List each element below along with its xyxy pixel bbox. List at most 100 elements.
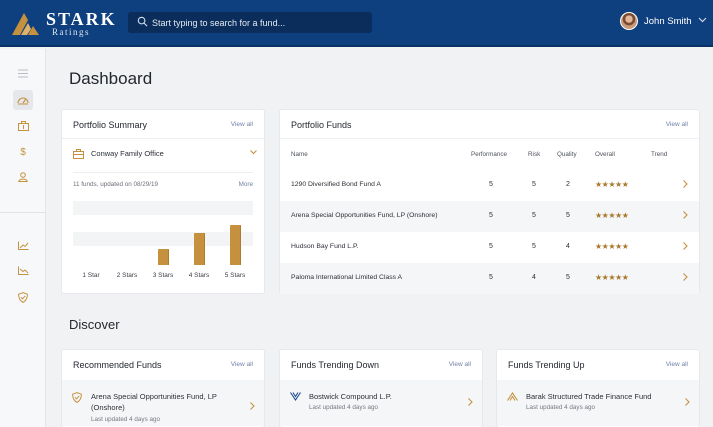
card-title: Funds Trending Down (291, 360, 380, 370)
shield-check-icon (72, 392, 82, 403)
table-row[interactable]: 1290 Diversified Bond Fund A 5 5 2 ★★★★★ (280, 170, 699, 201)
column-header-performance: Performance (471, 151, 508, 158)
overall-stars: ★★★★★ (595, 242, 629, 251)
search-box[interactable] (128, 12, 372, 33)
gauge-icon (17, 97, 29, 105)
funds-trending-down-card: Funds Trending Down View all Bostwick Co… (280, 350, 482, 427)
card-title: Portfolio Summary (73, 120, 148, 130)
column-header-trend: Trend (651, 151, 668, 158)
chevron-right-icon (683, 211, 688, 219)
column-header-overall: Overall (595, 151, 615, 158)
divider (280, 138, 699, 139)
list-item[interactable]: Barak Structured Trade Finance Fund Last… (497, 380, 699, 426)
table-row[interactable]: Paloma International Limited Class A 5 4… (280, 263, 699, 294)
user-menu[interactable]: John Smith (620, 11, 708, 33)
performance-value: 5 (489, 274, 493, 281)
page-title: Dashboard (69, 69, 153, 88)
quality-value: 5 (566, 212, 570, 219)
card-title: Portfolio Funds (291, 120, 352, 130)
chevron-right-icon (685, 398, 690, 406)
rail-recommended[interactable] (13, 287, 33, 307)
chevrons-down-icon (290, 392, 301, 401)
overall-stars: ★★★★★ (595, 273, 629, 282)
fund-name: Paloma International Limited Class A (291, 274, 403, 281)
risk-value: 5 (532, 181, 536, 188)
fund-name: Hudson Bay Fund L.P. (291, 243, 359, 250)
left-rail: $ (0, 49, 46, 427)
last-updated: Last updated 4 days ago (526, 404, 595, 411)
performance-value: 5 (489, 243, 493, 250)
overall-stars: ★★★★★ (595, 211, 629, 220)
quality-value: 2 (566, 181, 570, 188)
table-row[interactable]: Hudson Bay Fund L.P. 5 5 4 ★★★★★ (280, 232, 699, 263)
fund-name: Arena Special Opportunities Fund, LP (91, 392, 217, 401)
user-name: John Smith (644, 16, 692, 27)
hamburger-icon (18, 69, 28, 77)
overall-stars: ★★★★★ (595, 180, 629, 189)
org-selector[interactable]: Conway Family Office (73, 147, 257, 163)
chevron-down-icon (698, 17, 707, 23)
chart-band (73, 201, 253, 215)
view-all-link[interactable]: View all (231, 121, 253, 128)
card-title: Recommended Funds (73, 360, 162, 370)
rail-divider (0, 212, 46, 213)
rail-menu[interactable] (13, 63, 33, 83)
quality-value: 4 (566, 243, 570, 250)
divider (73, 172, 253, 173)
chart-up-icon (17, 241, 28, 250)
view-all-link[interactable]: View all (666, 361, 688, 368)
discover-title: Discover (69, 317, 120, 332)
fund-name: Arena Special Opportunities Fund, LP (On… (291, 212, 438, 219)
column-header-quality: Quality (557, 151, 577, 158)
bar-tick-label: 1 Star (82, 272, 100, 279)
rail-dashboard[interactable] (13, 90, 33, 110)
rail-trending-up[interactable] (13, 235, 33, 255)
org-name: Conway Family Office (91, 149, 164, 158)
bar (157, 249, 169, 265)
search-input[interactable] (152, 12, 368, 33)
recommended-funds-card: Recommended Funds View all Arena Special… (62, 350, 264, 427)
stark-ratings-logo[interactable]: STARK Ratings (12, 9, 115, 37)
view-all-link[interactable]: View all (231, 361, 253, 368)
fund-name: Bostwick Compound L.P. (309, 392, 392, 401)
list-item[interactable]: Bostwick Compound L.P. Last updated 4 da… (280, 380, 482, 426)
chevrons-up-icon (507, 392, 518, 401)
view-all-link[interactable]: View all (666, 121, 688, 128)
divider (62, 138, 264, 139)
logo-mark-icon (12, 13, 39, 35)
chevron-down-icon (250, 150, 257, 155)
quality-value: 5 (566, 274, 570, 281)
rail-portfolio[interactable] (13, 116, 33, 136)
portfolio-funds-card: Portfolio Funds View all Name Performanc… (280, 110, 699, 294)
top-bar: STARK Ratings John Smith (0, 0, 713, 47)
rail-profile[interactable] (13, 167, 33, 187)
more-link[interactable]: More (239, 181, 253, 188)
bar-tick-label: 2 Stars (116, 272, 138, 279)
risk-value: 5 (532, 212, 536, 219)
briefcase-icon (73, 149, 84, 159)
bar-tick-label: 5 Stars (224, 272, 246, 279)
rail-pricing[interactable]: $ (13, 142, 33, 162)
chevron-right-icon (250, 402, 255, 410)
chevron-right-icon (468, 398, 473, 406)
chevron-right-icon (683, 242, 688, 250)
rail-trending-down[interactable] (13, 260, 33, 280)
last-updated: Last updated 4 days ago (91, 416, 160, 423)
card-title: Funds Trending Up (508, 360, 585, 370)
last-updated: Last updated 4 days ago (309, 404, 378, 411)
bar (229, 225, 241, 265)
view-all-link[interactable]: View all (449, 361, 471, 368)
fund-name: Barak Structured Trade Finance Fund (526, 392, 652, 401)
bar-tick-label: 4 Stars (188, 272, 210, 279)
fund-name: 1290 Diversified Bond Fund A (291, 181, 381, 188)
funds-trending-up-card: Funds Trending Up View all Barak Structu… (497, 350, 699, 427)
performance-value: 5 (489, 212, 493, 219)
table-row[interactable]: Arena Special Opportunities Fund, LP (On… (280, 201, 699, 232)
logo-sub: Ratings (52, 27, 91, 37)
list-item[interactable]: Arena Special Opportunities Fund, LP (On… (62, 380, 264, 426)
dollar-icon: $ (20, 146, 26, 158)
risk-value: 5 (532, 243, 536, 250)
bar-tick-label: 3 Stars (152, 272, 174, 279)
user-icon (18, 172, 28, 182)
risk-value: 4 (532, 274, 536, 281)
